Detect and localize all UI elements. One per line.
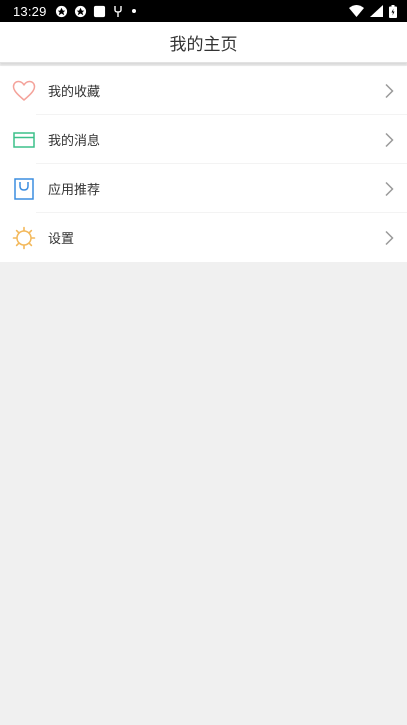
usb-icon [112,5,124,18]
sync-icon [55,5,68,18]
menu-item-settings[interactable]: 设置 [0,213,407,262]
wifi-icon [349,5,364,17]
gear-icon [12,226,36,250]
dot-icon [130,7,138,15]
menu-item-favorites[interactable]: 我的收藏 [0,66,407,115]
menu-list: 我的收藏 我的消息 应用推荐 设置 [0,66,407,262]
chevron-right-icon [382,180,396,198]
status-time: 13:29 [13,3,47,19]
chevron-right-icon [382,131,396,149]
envelope-icon [12,128,36,152]
chevron-right-icon [382,82,396,100]
signal-icon [370,5,383,17]
menu-item-label: 我的消息 [48,134,101,149]
status-right [349,4,397,18]
battery-icon [389,4,397,18]
status-left: 13:29 [13,4,138,19]
menu-item-messages[interactable]: 我的消息 [0,115,407,164]
shopping-bag-icon [12,177,36,201]
page-title: 我的主页 [169,34,238,55]
heart-icon [12,79,36,103]
sync-icon [74,5,87,18]
notification-square-icon [93,5,106,18]
menu-item-label: 应用推荐 [48,183,101,198]
chevron-right-icon [382,229,396,247]
menu-item-label: 我的收藏 [48,85,101,100]
status-bar: 13:29 [0,0,407,22]
menu-item-app-recommend[interactable]: 应用推荐 [0,164,407,213]
app-header: 我的主页 [0,22,407,63]
menu-item-label: 设置 [48,232,75,247]
